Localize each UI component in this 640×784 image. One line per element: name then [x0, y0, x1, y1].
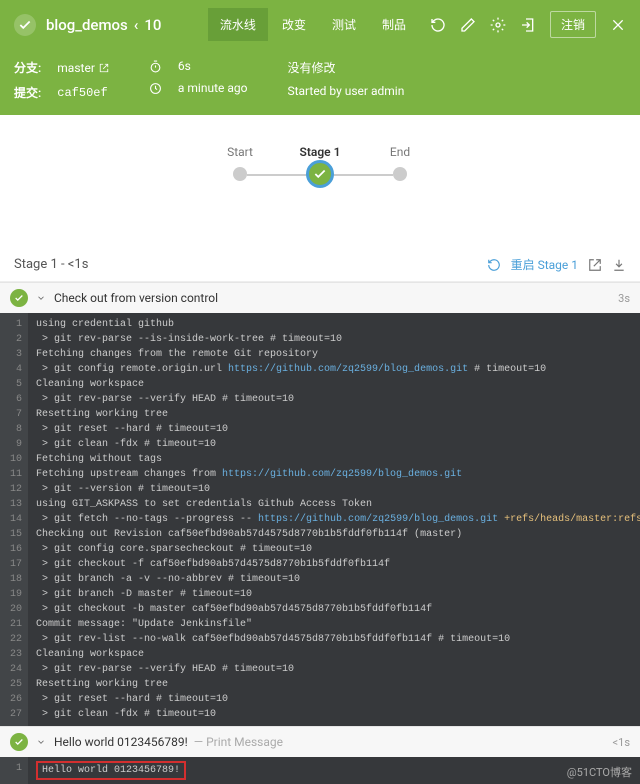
- step-checkout-time: 3s: [618, 292, 630, 305]
- step-checkout-title: Check out from version control: [54, 291, 610, 305]
- stopwatch-icon: [149, 60, 162, 73]
- stage-graph: Start Stage 1 End: [0, 115, 640, 248]
- stage-1-dot[interactable]: [306, 160, 334, 188]
- stage-end-label: End: [390, 145, 410, 159]
- step-hello-time: <1s: [613, 736, 630, 749]
- console-checkout: 1234567891011121314151617181920212223242…: [0, 313, 640, 726]
- close-icon[interactable]: [610, 17, 626, 33]
- download-icon[interactable]: [612, 258, 626, 272]
- watermark: @51CTO博客: [567, 764, 632, 780]
- edit-icon[interactable]: [460, 17, 476, 33]
- repo-name[interactable]: blog_demos: [46, 16, 128, 34]
- rerun-icon[interactable]: [430, 17, 446, 33]
- open-external-icon[interactable]: [588, 258, 602, 272]
- stage-section-header: Stage 1 - <1s 重启 Stage 1: [0, 248, 640, 282]
- tab-artifacts[interactable]: 制品: [370, 8, 418, 41]
- step-checkout: Check out from version control 3s 123456…: [0, 282, 640, 726]
- stage-title: Stage 1 - <1s: [14, 257, 88, 272]
- started-by: Started by user admin: [287, 84, 404, 98]
- success-icon: [10, 733, 28, 751]
- status-success-icon: [14, 14, 36, 36]
- external-link-icon: [99, 63, 109, 73]
- restart-icon[interactable]: [487, 258, 501, 272]
- gear-icon[interactable]: [490, 17, 506, 33]
- highlighted-output: Hello world 0123456789!: [36, 761, 186, 780]
- restart-stage-link[interactable]: 重启 Stage 1: [511, 256, 578, 273]
- success-icon: [10, 289, 28, 307]
- pipeline-header: blog_demos ‹ 10 流水线 改变 测试 制品 注销 分支: mast…: [0, 0, 640, 115]
- nav-tabs: 流水线 改变 测试 制品: [208, 8, 418, 41]
- branch-value[interactable]: master: [57, 61, 109, 75]
- console-hello: 1 Hello world 0123456789!: [0, 757, 640, 784]
- commit-hash[interactable]: caf50ef: [57, 86, 107, 100]
- changes-text: 没有修改: [287, 59, 404, 76]
- step-hello-title: Hello world 0123456789!— Print Message: [54, 735, 605, 749]
- chevron-left-icon: ‹: [134, 16, 139, 34]
- step-hello: Hello world 0123456789!— Print Message <…: [0, 726, 640, 784]
- page-title: blog_demos ‹ 10: [46, 16, 208, 34]
- clock-icon: [149, 82, 162, 95]
- stage-start-label: Start: [227, 145, 253, 159]
- stage-start-dot[interactable]: [233, 167, 247, 181]
- logout-button[interactable]: 注销: [550, 11, 596, 38]
- stage-end-dot[interactable]: [393, 167, 407, 181]
- step-checkout-header[interactable]: Check out from version control 3s: [0, 283, 640, 313]
- duration: 6s: [178, 59, 191, 73]
- step-hello-header[interactable]: Hello world 0123456789!— Print Message <…: [0, 727, 640, 757]
- goto-icon[interactable]: [520, 17, 536, 33]
- time-ago: a minute ago: [178, 81, 248, 95]
- stage-1-label: Stage 1: [300, 145, 341, 159]
- commit-label: 提交:: [14, 84, 41, 101]
- branch-label: 分支:: [14, 59, 41, 76]
- tab-changes[interactable]: 改变: [270, 8, 318, 41]
- build-number: 10: [144, 16, 161, 34]
- build-meta: 分支: master 提交: caf50ef 6s a minute ago: [0, 49, 640, 115]
- tab-tests[interactable]: 测试: [320, 8, 368, 41]
- chevron-down-icon: [36, 293, 46, 303]
- chevron-down-icon: [36, 737, 46, 747]
- tab-pipeline[interactable]: 流水线: [208, 8, 268, 41]
